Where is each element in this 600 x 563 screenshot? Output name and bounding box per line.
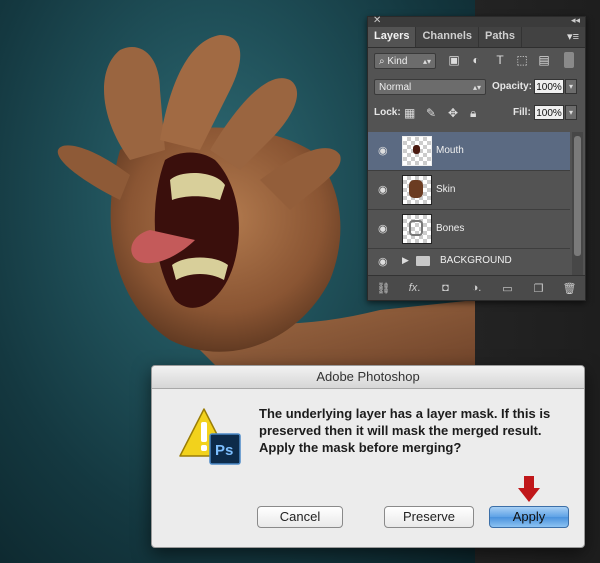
ps-badge: Ps <box>215 442 233 459</box>
layer-name: Bones <box>436 223 465 234</box>
lock-position-icon[interactable]: ✥ <box>448 106 458 120</box>
fx-icon[interactable]: fx. <box>406 282 424 294</box>
filter-row: ⌕ Kind ▴▾ ▣ ◐ T ⬚ ▤ <box>368 48 585 74</box>
fill-label: Fill: <box>513 107 531 118</box>
lock-transparency-icon[interactable]: ▦ <box>404 106 415 120</box>
adjustment-filter-icon[interactable]: ◐ <box>468 53 484 67</box>
tab-channels[interactable]: Channels <box>416 27 479 47</box>
dialog-message: The underlying layer has a layer mask. I… <box>259 406 551 455</box>
eye-icon[interactable]: ◉ <box>378 255 390 268</box>
opacity-dropdown-icon[interactable]: ▾ <box>565 79 577 94</box>
preserve-button[interactable]: Preserve <box>384 506 474 528</box>
layer-name: Mouth <box>436 145 464 156</box>
layer-row-mouth[interactable]: ◉ Mouth <box>368 132 570 171</box>
layer-thumbnail <box>402 214 432 244</box>
eye-icon[interactable]: ◉ <box>378 144 390 157</box>
panel-titlebar: ✕ ◂◂ <box>368 15 585 27</box>
layer-thumbnail <box>402 136 432 166</box>
link-layers-icon[interactable]: ⛓ <box>375 282 393 295</box>
opacity-label: Opacity: <box>492 81 533 92</box>
expand-triangle-icon[interactable]: ▶ <box>402 255 409 266</box>
eye-icon[interactable]: ◉ <box>378 222 390 235</box>
adjustment-layer-icon[interactable]: ◑. <box>468 282 486 294</box>
blend-mode-select[interactable]: Normal ▴▾ <box>374 79 486 95</box>
chevron-updown-icon: ▴▾ <box>472 83 481 92</box>
eye-icon[interactable]: ◉ <box>378 183 390 196</box>
fill-dropdown-icon[interactable]: ▾ <box>565 105 577 120</box>
kind-filter-select[interactable]: ⌕ Kind ▴▾ <box>374 53 436 69</box>
lock-row: Lock: ▦ ✎ ✥ 🔒︎ Fill: 100% ▾ <box>368 100 585 126</box>
layer-list: ◉ Mouth ◉ Skin ◉ Bones ◉ ▶ BACKGROUND <box>368 132 570 275</box>
opacity-input[interactable]: 100% <box>534 79 564 94</box>
tab-layers[interactable]: Layers <box>368 27 417 47</box>
add-mask-icon[interactable]: ◘ <box>437 282 455 294</box>
trash-icon[interactable]: 🗑︎ <box>561 282 579 295</box>
group-name: BACKGROUND <box>440 255 512 266</box>
dialog-title: Adobe Photoshop <box>152 366 584 389</box>
layer-list-scrollbar[interactable] <box>572 132 583 275</box>
kind-label: Kind <box>387 56 408 67</box>
panel-footer: ⛓ fx. ◘ ◑. ▭ ❐ 🗑︎ <box>368 275 585 300</box>
lock-brush-icon[interactable]: ✎ <box>426 106 436 120</box>
blend-mode-value: Normal <box>379 82 412 93</box>
layers-panel: ✕ ◂◂ Layers Channels Paths ▾≡ ⌕ Kind ▴▾ … <box>367 15 586 301</box>
close-icon[interactable]: ✕ <box>373 15 381 26</box>
smart-object-filter-icon[interactable]: ▤ <box>536 53 552 67</box>
new-group-icon[interactable]: ▭ <box>499 282 517 295</box>
apply-button[interactable]: Apply <box>489 506 569 528</box>
lock-all-icon[interactable]: 🔒︎ <box>470 106 476 121</box>
layer-group-background[interactable]: ◉ ▶ BACKGROUND <box>368 249 570 273</box>
layer-thumbnail <box>402 175 432 205</box>
layer-name: Skin <box>436 184 456 195</box>
layer-row-bones[interactable]: ◉ Bones <box>368 210 570 249</box>
fill-input[interactable]: 100% <box>534 105 564 120</box>
chevron-updown-icon: ▴▾ <box>422 57 431 66</box>
tab-paths[interactable]: Paths <box>479 27 522 47</box>
folder-icon <box>416 256 430 266</box>
layer-row-skin[interactable]: ◉ Skin <box>368 171 570 210</box>
panel-menu-icon[interactable]: ▾≡ <box>567 30 579 43</box>
merge-mask-dialog: Adobe Photoshop Ps The underlying layer … <box>151 365 585 548</box>
lock-label: Lock: <box>374 107 401 118</box>
scrollbar-thumb[interactable] <box>574 136 581 256</box>
pixel-filter-icon[interactable]: ▣ <box>446 53 462 67</box>
new-layer-icon[interactable]: ❐ <box>530 282 548 295</box>
collapse-icon[interactable]: ◂◂ <box>571 15 580 26</box>
cancel-button[interactable]: Cancel <box>257 506 343 528</box>
filter-toggle[interactable] <box>564 52 574 68</box>
warning-icon: Ps <box>179 408 241 465</box>
arrow-down-icon <box>518 476 540 502</box>
shape-filter-icon[interactable]: ⬚ <box>514 53 530 67</box>
panel-tabs: Layers Channels Paths ▾≡ <box>368 27 585 48</box>
blend-row: Normal ▴▾ Opacity: 100% ▾ <box>368 74 585 100</box>
type-filter-icon[interactable]: T <box>492 53 508 67</box>
